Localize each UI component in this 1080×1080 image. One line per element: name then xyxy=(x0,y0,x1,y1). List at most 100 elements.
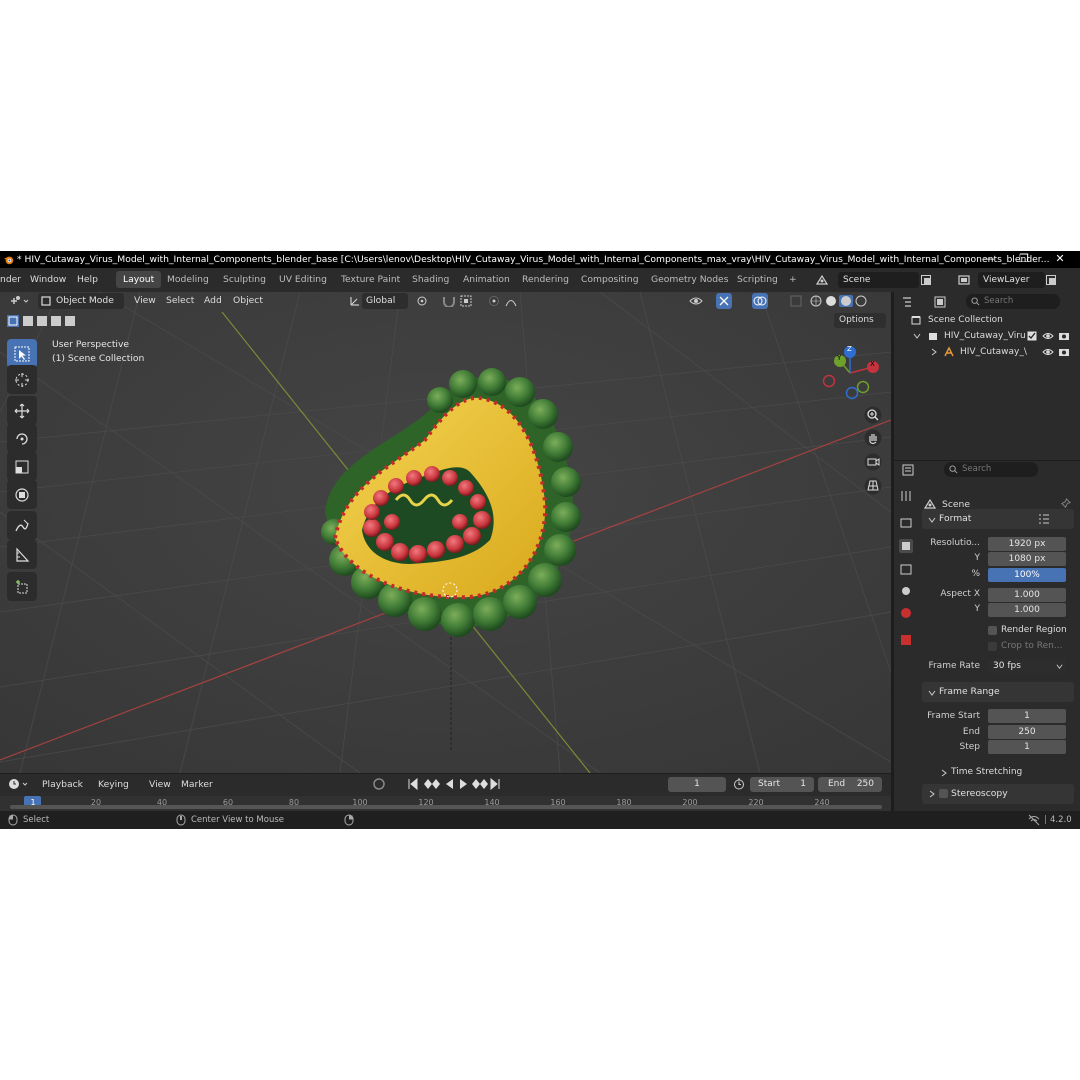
frame-end-field[interactable]: 250 xyxy=(988,725,1066,739)
scale-tool-button[interactable] xyxy=(7,452,37,481)
camera-view-icon[interactable] xyxy=(864,453,882,471)
camera-render-icon[interactable] xyxy=(1058,331,1070,341)
annotate-tool-button[interactable] xyxy=(7,511,37,540)
tab-modeling[interactable]: Modeling xyxy=(160,271,216,288)
gizmo-toggle-button[interactable] xyxy=(716,293,732,309)
presets-list-icon[interactable] xyxy=(1038,514,1050,524)
tab-layout[interactable]: Layout xyxy=(116,271,162,288)
properties-search-input[interactable]: Search xyxy=(944,462,1038,477)
pivot-point-icon[interactable] xyxy=(416,295,436,307)
cursor-tool-button[interactable] xyxy=(7,365,37,394)
measure-tool-button[interactable] xyxy=(7,540,37,569)
current-frame-field[interactable]: 1 xyxy=(668,777,726,792)
minimize-button[interactable]: — xyxy=(982,252,996,266)
frame-rate-dropdown[interactable]: 30 fps xyxy=(988,659,1066,673)
frame-range-section-header[interactable]: Frame Range xyxy=(922,682,1074,702)
pan-hand-icon[interactable] xyxy=(864,429,882,447)
add-workspace-button[interactable]: + xyxy=(782,271,804,288)
display-mode-icon[interactable] xyxy=(934,296,956,308)
add-cube-tool-button[interactable] xyxy=(7,572,37,601)
maximize-button[interactable]: ❐ xyxy=(1017,252,1031,266)
xray-icon[interactable] xyxy=(790,295,802,307)
shading-modes[interactable] xyxy=(808,295,878,307)
menu-render[interactable]: nder xyxy=(0,274,21,285)
crop-to-render-checkbox[interactable] xyxy=(988,642,997,651)
expand-chevron-icon[interactable] xyxy=(913,332,921,340)
select-tool-button[interactable] xyxy=(7,339,37,368)
stereoscopy-checkbox[interactable] xyxy=(939,789,948,798)
zoom-icon[interactable] xyxy=(864,406,882,424)
snap-icon[interactable] xyxy=(442,295,456,307)
frame-step-field[interactable]: 1 xyxy=(988,740,1066,754)
keying-menu[interactable]: Keying xyxy=(98,779,129,790)
format-section-header[interactable]: Format xyxy=(922,509,1074,529)
eye-icon[interactable] xyxy=(1042,331,1054,341)
mode-selector[interactable]: Object Mode xyxy=(38,293,124,309)
resolution-percent-slider[interactable]: 100% xyxy=(988,568,1066,582)
marker-menu[interactable]: Marker xyxy=(181,779,213,790)
falloff-icon[interactable] xyxy=(505,295,527,307)
resolution-y-field[interactable]: 1080 px xyxy=(988,552,1066,566)
viewport-canvas[interactable] xyxy=(0,292,891,773)
view-menu[interactable]: View xyxy=(134,295,156,306)
proportional-edit-icon[interactable] xyxy=(488,295,500,307)
tab-shading[interactable]: Shading xyxy=(405,271,456,288)
camera-render-icon[interactable] xyxy=(1058,347,1070,357)
playback-menu[interactable]: Playback xyxy=(42,779,83,790)
outliner-editor-icon[interactable] xyxy=(902,296,924,308)
eye-icon[interactable] xyxy=(1042,347,1054,357)
aspect-x-field[interactable]: 1.000 xyxy=(988,588,1066,602)
playback-controls[interactable] xyxy=(408,778,504,790)
resolution-x-field[interactable]: 1920 px xyxy=(988,537,1066,551)
start-frame-field[interactable]: Start 1 xyxy=(750,777,814,792)
stopwatch-icon[interactable] xyxy=(733,778,745,790)
tab-compositing[interactable]: Compositing xyxy=(574,271,646,288)
visibility-icon[interactable] xyxy=(689,295,711,307)
move-tool-button[interactable] xyxy=(7,396,37,425)
new-scene-icon[interactable] xyxy=(920,274,932,286)
close-button[interactable]: ✕ xyxy=(1053,252,1067,266)
selection-mode-icons[interactable] xyxy=(7,315,83,327)
tab-sculpting[interactable]: Sculpting xyxy=(216,271,273,288)
outliner-root-label[interactable]: Scene Collection xyxy=(928,315,1003,325)
rotate-tool-button[interactable] xyxy=(7,424,37,453)
timeline-view-menu[interactable]: View xyxy=(149,779,171,790)
tab-geometry-nodes[interactable]: Geometry Nodes xyxy=(644,271,736,288)
3d-viewport[interactable] xyxy=(0,292,891,773)
checkbox-checked-icon[interactable] xyxy=(1027,331,1037,341)
add-menu[interactable]: Add xyxy=(204,295,222,306)
orthographic-grid-icon[interactable] xyxy=(864,477,882,495)
menu-window[interactable]: Window xyxy=(30,274,66,285)
outliner-item-object[interactable]: HIV_Cutaway_\ xyxy=(960,347,1027,357)
scene-selector[interactable]: Scene xyxy=(838,272,919,288)
object-menu[interactable]: Object xyxy=(233,295,263,306)
pin-icon[interactable] xyxy=(1060,498,1071,509)
properties-editor-icon[interactable] xyxy=(902,464,924,476)
timeline-editor-icon[interactable] xyxy=(8,778,30,790)
collapsed-chevron-icon[interactable] xyxy=(930,348,938,356)
stereoscopy-section-header[interactable]: Stereoscopy xyxy=(922,784,1074,804)
tab-animation[interactable]: Animation xyxy=(456,271,517,288)
end-frame-field[interactable]: End 250 xyxy=(818,777,882,792)
overlays-toggle-button[interactable] xyxy=(752,293,768,309)
time-stretching-subpanel[interactable]: Time Stretching xyxy=(930,764,1070,782)
tab-uv-editing[interactable]: UV Editing xyxy=(272,271,334,288)
transform-tool-button[interactable] xyxy=(7,480,37,509)
properties-tabs[interactable] xyxy=(898,489,914,649)
outliner-item-collection[interactable]: HIV_Cutaway_Viru xyxy=(944,331,1026,341)
orientation-selector[interactable]: Global xyxy=(362,293,408,309)
tab-texture-paint[interactable]: Texture Paint xyxy=(334,271,407,288)
select-menu[interactable]: Select xyxy=(166,295,194,306)
tab-rendering[interactable]: Rendering xyxy=(515,271,576,288)
editor-type-icon[interactable] xyxy=(9,295,31,307)
render-region-checkbox[interactable] xyxy=(988,626,997,635)
viewlayer-selector[interactable]: ViewLayer xyxy=(978,272,1045,288)
tab-scripting[interactable]: Scripting xyxy=(730,271,785,288)
snap-target-icon[interactable] xyxy=(460,295,482,307)
new-viewlayer-icon[interactable] xyxy=(1045,274,1057,286)
menu-help[interactable]: Help xyxy=(77,274,98,285)
auto-keying-icon[interactable] xyxy=(373,778,387,790)
frame-start-field[interactable]: 1 xyxy=(988,709,1066,723)
outliner-search-input[interactable]: Search xyxy=(966,294,1060,309)
aspect-y-field[interactable]: 1.000 xyxy=(988,603,1066,617)
